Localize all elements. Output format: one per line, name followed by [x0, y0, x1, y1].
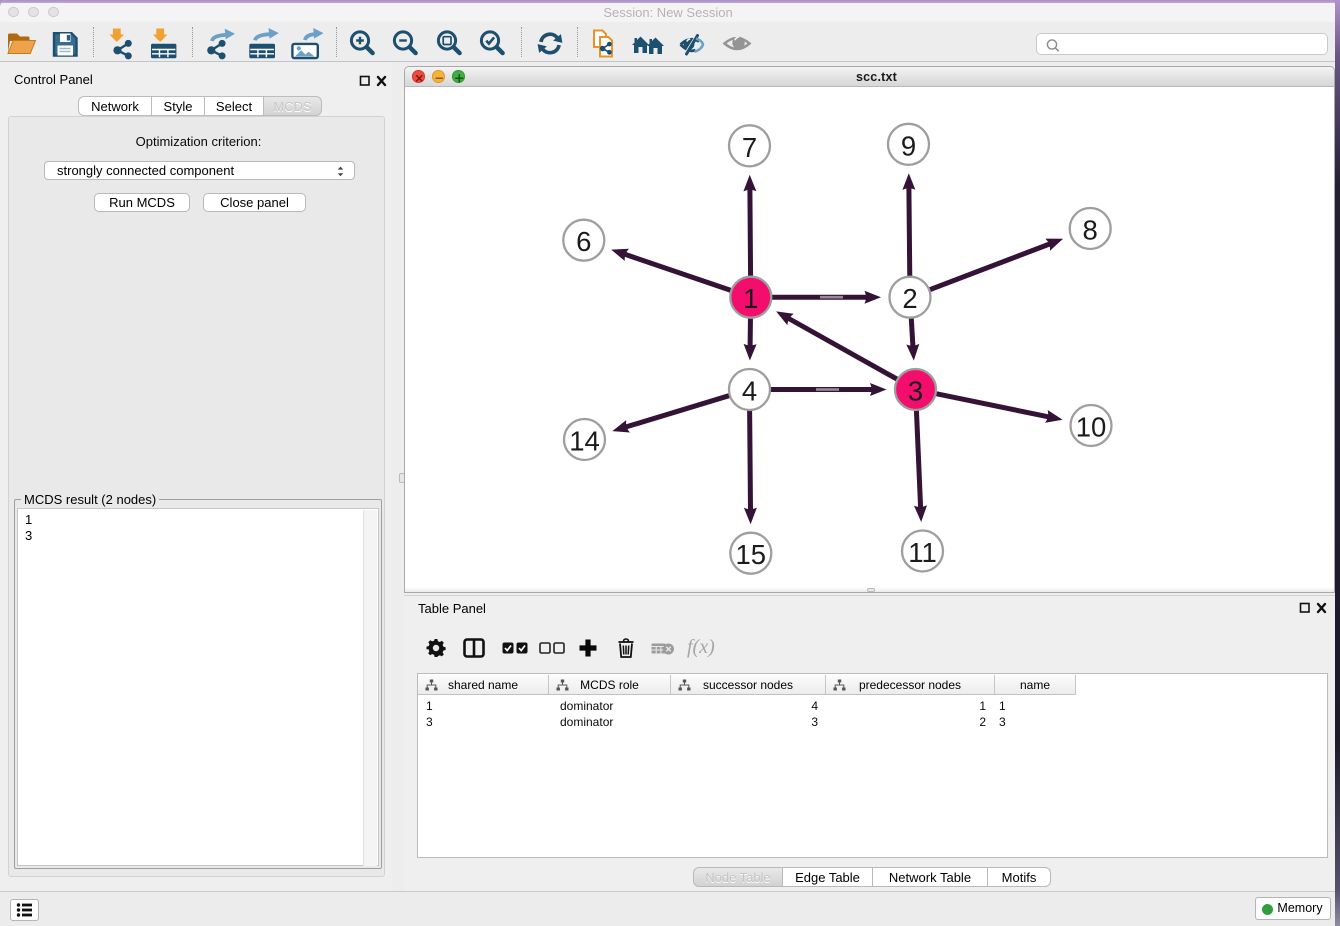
svg-text:15: 15 — [736, 539, 767, 570]
svg-text:6: 6 — [576, 226, 591, 257]
svg-text:9: 9 — [901, 130, 916, 161]
svg-text:11: 11 — [908, 537, 937, 568]
svg-text:7: 7 — [742, 132, 757, 163]
svg-text:2: 2 — [902, 283, 917, 314]
svg-text:10: 10 — [1076, 412, 1107, 443]
svg-text:3: 3 — [908, 376, 923, 407]
svg-text:14: 14 — [569, 426, 600, 457]
svg-text:1: 1 — [743, 283, 758, 314]
svg-text:4: 4 — [742, 376, 757, 407]
svg-text:8: 8 — [1083, 215, 1098, 246]
